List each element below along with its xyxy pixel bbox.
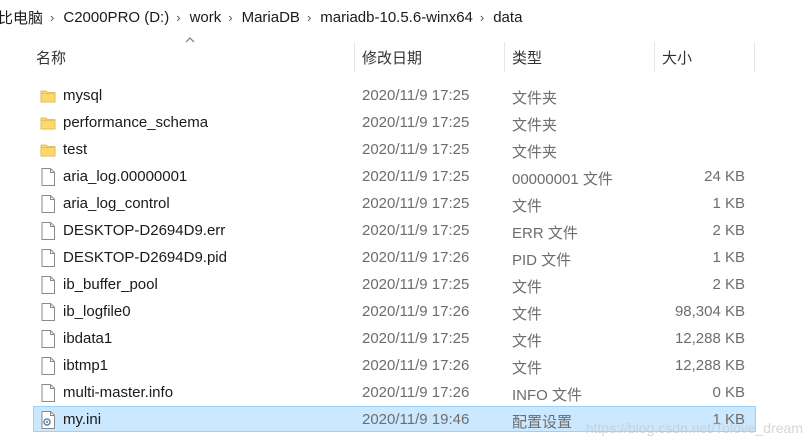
file-date: 2020/11/9 17:25 [362, 114, 470, 131]
file-name: my.ini [63, 411, 102, 428]
file-icon [40, 330, 56, 348]
file-icon [40, 249, 56, 267]
file-type: PID 文件 [512, 252, 572, 269]
file-type: 文件 [512, 279, 543, 296]
breadcrumb-item[interactable]: 比电脑 [0, 7, 49, 28]
file-icon [40, 222, 56, 240]
file-name: ibdata1 [63, 330, 113, 347]
file-size: 24 KB [704, 168, 745, 185]
file-size: 0 KB [712, 384, 745, 401]
folder-icon [40, 114, 56, 132]
breadcrumb-item[interactable]: C2000PRO (D:) [55, 9, 175, 26]
file-date: 2020/11/9 17:26 [362, 249, 470, 266]
settings-file-icon [40, 411, 56, 429]
file-name: aria_log_control [63, 195, 170, 212]
file-size: 1 KB [712, 195, 745, 212]
watermark: https://blog.csdn.net/Tolove_dream [585, 420, 803, 436]
file-icon [40, 276, 56, 294]
file-type: ERR 文件 [512, 225, 578, 242]
file-size: 2 KB [712, 222, 745, 239]
file-date: 2020/11/9 17:25 [362, 330, 470, 347]
file-name: performance_schema [63, 114, 209, 131]
file-date: 2020/11/9 17:25 [362, 276, 470, 293]
column-header-size[interactable]: 大小 [654, 42, 762, 72]
column-header: 名称 修改日期 类型 大小 [0, 34, 809, 78]
file-name: ib_buffer_pool [63, 276, 158, 293]
file-date: 2020/11/9 17:25 [362, 87, 470, 104]
file-size: 12,288 KB [674, 357, 745, 374]
file-row[interactable]: mysql 2020/11/9 17:25 文件夹 [33, 82, 756, 108]
column-header-type[interactable]: 类型 [504, 42, 662, 72]
file-type: 文件 [512, 360, 543, 377]
file-row[interactable]: ibtmp1 2020/11/9 17:26 文件 12,288 KB [33, 352, 756, 378]
file-row[interactable]: DESKTOP-D2694D9.err 2020/11/9 17:25 ERR 文件… [33, 217, 756, 243]
file-row[interactable]: ib_buffer_pool 2020/11/9 17:25 文件 2 KB [33, 271, 756, 297]
file-icon [40, 303, 56, 321]
file-type: 文件夹 [512, 90, 558, 107]
file-row[interactable]: ibdata1 2020/11/9 17:25 文件 12,288 KB [33, 325, 756, 351]
file-size: 98,304 KB [674, 303, 745, 320]
file-icon [40, 357, 56, 375]
file-type: 文件夹 [512, 117, 558, 134]
file-icon [40, 195, 56, 213]
file-name: DESKTOP-D2694D9.pid [63, 249, 227, 266]
file-type: 文件 [512, 306, 543, 323]
breadcrumb-item[interactable]: mariadb-10.5.6-winx64 [312, 9, 479, 26]
file-size: 2 KB [712, 276, 745, 293]
file-name: DESKTOP-D2694D9.err [63, 222, 226, 239]
column-header-name[interactable]: 名称 [28, 42, 362, 72]
file-name: test [63, 141, 88, 158]
file-row[interactable]: aria_log_control 2020/11/9 17:25 文件 1 KB [33, 190, 756, 216]
file-type: 文件 [512, 333, 543, 350]
file-date: 2020/11/9 17:26 [362, 384, 470, 401]
file-date: 2020/11/9 19:46 [362, 411, 470, 428]
breadcrumb-item[interactable]: MariaDB [234, 9, 306, 26]
file-icon [40, 168, 56, 186]
file-date: 2020/11/9 17:26 [362, 357, 470, 374]
file-name: mysql [63, 87, 103, 104]
file-date: 2020/11/9 17:25 [362, 195, 470, 212]
file-name: aria_log.00000001 [63, 168, 188, 185]
file-row[interactable]: ib_logfile0 2020/11/9 17:26 文件 98,304 KB [33, 298, 756, 324]
file-name: multi-master.info [63, 384, 174, 401]
file-size: 12,288 KB [674, 330, 745, 347]
file-date: 2020/11/9 17:26 [362, 303, 470, 320]
folder-icon [40, 87, 56, 105]
breadcrumb-item[interactable]: work [182, 9, 228, 26]
folder-icon [40, 141, 56, 159]
file-date: 2020/11/9 17:25 [362, 222, 470, 239]
file-row[interactable]: test 2020/11/9 17:25 文件夹 [33, 136, 756, 162]
file-name: ib_logfile0 [63, 303, 131, 320]
file-type: 配置设置 [512, 414, 573, 431]
file-date: 2020/11/9 17:25 [362, 141, 470, 158]
file-type: 00000001 文件 [512, 171, 613, 188]
breadcrumb-item[interactable]: data [485, 9, 528, 26]
file-type: INFO 文件 [512, 387, 582, 404]
file-row[interactable]: aria_log.00000001 2020/11/9 17:25 00000001… [33, 163, 756, 189]
file-row[interactable]: multi-master.info 2020/11/9 17:26 INFO 文件 0… [33, 379, 756, 405]
column-divider[interactable] [754, 42, 755, 72]
breadcrumb: 比电脑 › C2000PRO (D:) › work › MariaDB › mariadb-1… [0, 0, 809, 35]
file-size: 1 KB [712, 249, 745, 266]
file-type: 文件夹 [512, 144, 558, 161]
column-header-date[interactable]: 修改日期 [354, 42, 512, 72]
file-row[interactable]: performance_schema 2020/11/9 17:25 文件夹 [33, 109, 756, 135]
file-icon [40, 384, 56, 402]
file-type: 文件 [512, 198, 543, 215]
file-name: ibtmp1 [63, 357, 109, 374]
file-date: 2020/11/9 17:25 [362, 168, 470, 185]
file-row[interactable]: DESKTOP-D2694D9.pid 2020/11/9 17:26 PID 文件… [33, 244, 756, 270]
